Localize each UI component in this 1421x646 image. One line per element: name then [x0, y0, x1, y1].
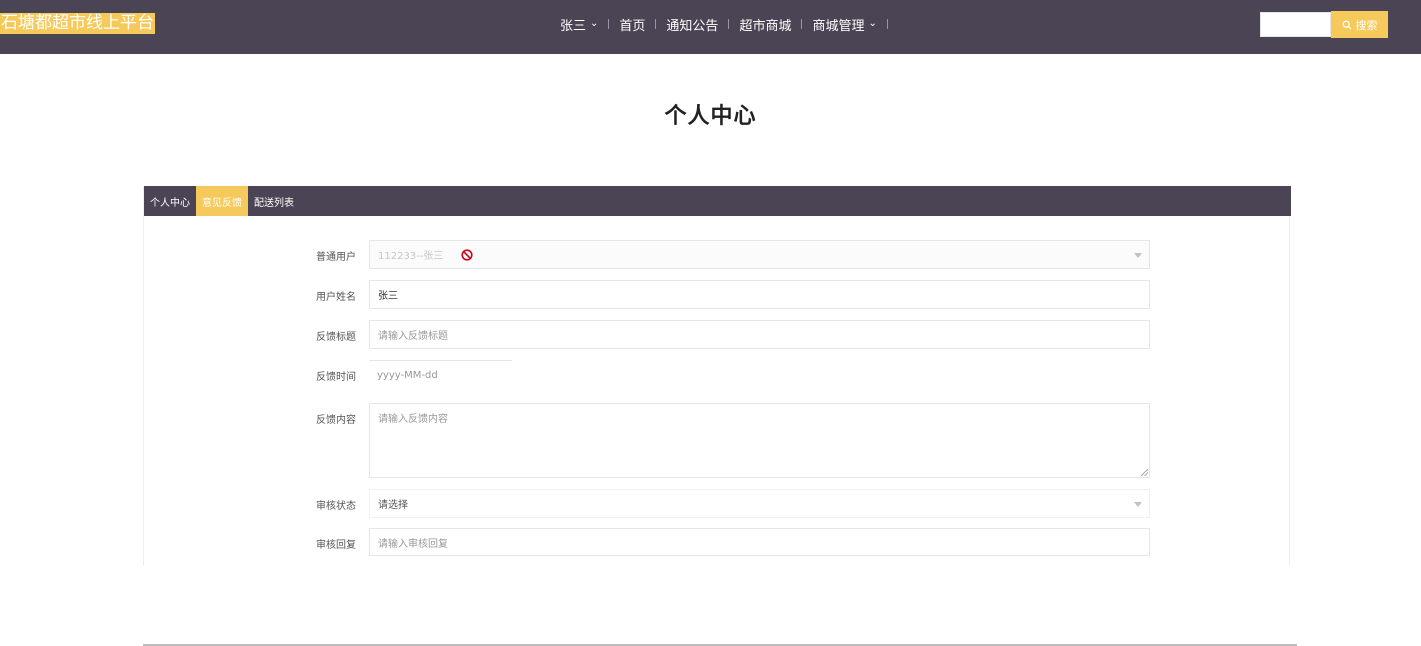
- feedback-content-label: 反馈内容: [316, 415, 356, 426]
- feedback-content-textarea[interactable]: 请输入反馈内容: [369, 403, 1150, 478]
- top-navbar: 石塘都超市线上平台 张三 ⌄ 首页 通知公告 超市商城 商城管理 ⌄ 搜索: [0, 0, 1421, 54]
- nav-item-mall[interactable]: 超市商城: [739, 15, 791, 34]
- nav-divider: [728, 19, 730, 29]
- feedback-title-label: 反馈标题: [316, 332, 356, 343]
- review-reply-input[interactable]: 请输入审核回复: [369, 528, 1150, 556]
- nav-item-notices[interactable]: 通知公告: [666, 15, 718, 34]
- not-allowed-icon: [461, 248, 473, 261]
- nav-divider: [608, 19, 610, 29]
- tab-delivery-list[interactable]: 配送列表: [248, 186, 300, 216]
- review-status-select[interactable]: 请选择: [369, 489, 1150, 518]
- chevron-down-icon: ⌄: [868, 17, 877, 29]
- resize-grip-icon[interactable]: [1141, 469, 1148, 476]
- feedback-title-input[interactable]: 请输入反馈标题: [369, 320, 1150, 349]
- profile-panel: 个人中心 意见反馈 配送列表 普通用户 112233--张三 用户姓名 张三 反…: [143, 186, 1291, 566]
- nav-item-label: 商城管理: [812, 18, 865, 34]
- nav-item-label: 首页: [619, 18, 646, 34]
- search-bar: 搜索: [1260, 11, 1388, 38]
- review-status-value: 请选择: [378, 500, 408, 511]
- user-name-label: 用户姓名: [316, 292, 356, 303]
- review-reply-label: 审核回复: [316, 540, 356, 551]
- feedback-time-label: 反馈时间: [316, 372, 356, 383]
- tab-profile[interactable]: 个人中心: [144, 186, 196, 216]
- user-account-value: 112233--张三: [378, 251, 444, 262]
- review-status-label: 审核状态: [316, 501, 356, 512]
- nav-divider: [801, 19, 803, 29]
- nav-divider: [886, 19, 888, 29]
- search-icon: [1342, 20, 1351, 29]
- panel-tabs: 个人中心 意见反馈 配送列表: [144, 186, 1291, 216]
- search-input[interactable]: [1260, 12, 1331, 37]
- user-account-label: 普通用户: [316, 252, 356, 263]
- search-button[interactable]: 搜索: [1331, 11, 1388, 38]
- nav-item-label: 通知公告: [666, 18, 719, 34]
- nav-item-label: 超市商城: [739, 18, 792, 34]
- main-nav: 张三 ⌄ 首页 通知公告 超市商城 商城管理 ⌄: [560, 14, 898, 34]
- search-button-label: 搜索: [1355, 19, 1378, 32]
- site-brand[interactable]: 石塘都超市线上平台: [0, 13, 155, 34]
- feedback-time-input[interactable]: yyyy-MM-dd: [369, 360, 512, 389]
- feedback-content-placeholder: 请输入反馈内容: [378, 414, 448, 425]
- user-name-field[interactable]: 张三: [369, 280, 1150, 309]
- tab-feedback[interactable]: 意见反馈: [196, 186, 248, 216]
- user-account-select[interactable]: 112233--张三: [369, 240, 1150, 269]
- caret-down-icon: [1134, 253, 1142, 258]
- nav-item-mall-admin[interactable]: 商城管理 ⌄: [812, 15, 876, 34]
- caret-down-icon: [1134, 502, 1142, 507]
- chevron-down-icon: ⌄: [590, 17, 599, 29]
- nav-item-home[interactable]: 首页: [619, 15, 645, 34]
- nav-user-name: 张三: [560, 18, 587, 34]
- page-title: 个人中心: [664, 104, 757, 129]
- nav-divider: [655, 19, 657, 29]
- nav-user-menu[interactable]: 张三 ⌄: [560, 15, 598, 34]
